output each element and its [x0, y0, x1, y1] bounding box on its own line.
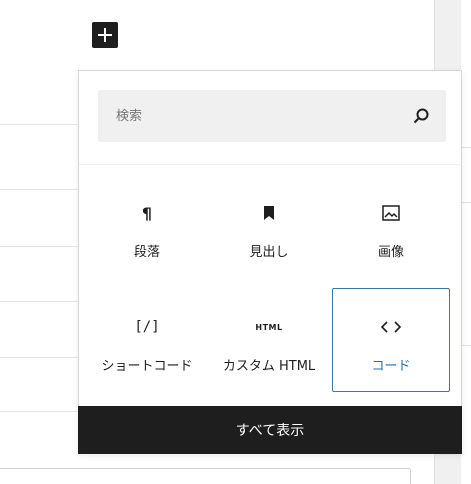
editor-row-divider — [0, 357, 79, 358]
plus-icon — [98, 28, 112, 42]
block-search — [98, 90, 446, 142]
show-all-label: すべて表示 — [235, 423, 305, 439]
html-icon: HTML — [255, 317, 282, 337]
block-label: カスタム HTML — [222, 359, 316, 374]
block-label: 画像 — [377, 245, 404, 260]
editor-row-divider — [0, 189, 79, 190]
sidebar-divider — [461, 202, 471, 203]
sidebar-divider — [461, 147, 471, 148]
editor-block-border — [410, 469, 411, 484]
html-glyph: HTML — [255, 322, 283, 332]
editor-row-divider — [0, 124, 79, 125]
sidebar-divider — [461, 345, 471, 346]
block-label: 段落 — [133, 245, 160, 260]
show-all-button[interactable]: すべて表示 — [78, 406, 462, 454]
block-heading[interactable]: 見出し — [210, 174, 328, 278]
code-icon — [381, 317, 401, 337]
bookmark-icon — [263, 203, 275, 223]
block-image[interactable]: 画像 — [332, 174, 450, 278]
block-custom-html[interactable]: HTML カスタム HTML — [210, 288, 328, 392]
divider — [79, 164, 461, 165]
block-code[interactable]: コード — [332, 288, 450, 392]
shortcode-icon: [/] — [134, 317, 159, 337]
search-icon[interactable] — [412, 107, 430, 125]
paragraph-glyph: ¶ — [141, 203, 153, 223]
paragraph-icon: ¶ — [142, 203, 152, 223]
editor-block-border — [0, 468, 410, 469]
block-inserter-popover: ¶ 段落 見出し 画像 [/] ショートコード HTML カスタム HTML — [78, 70, 462, 454]
block-label: 見出し — [249, 245, 289, 260]
editor-row-divider — [0, 411, 79, 412]
block-label: ショートコード — [101, 359, 193, 374]
block-shortcode[interactable]: [/] ショートコード — [88, 288, 206, 392]
add-block-button[interactable] — [92, 22, 118, 48]
image-icon — [382, 203, 400, 223]
search-input[interactable] — [98, 90, 398, 142]
shortcode-glyph: [/] — [134, 319, 160, 335]
block-paragraph[interactable]: ¶ 段落 — [88, 174, 206, 278]
editor-row-divider — [0, 246, 79, 247]
editor-row-divider — [0, 301, 79, 302]
block-label: コード — [371, 359, 411, 374]
